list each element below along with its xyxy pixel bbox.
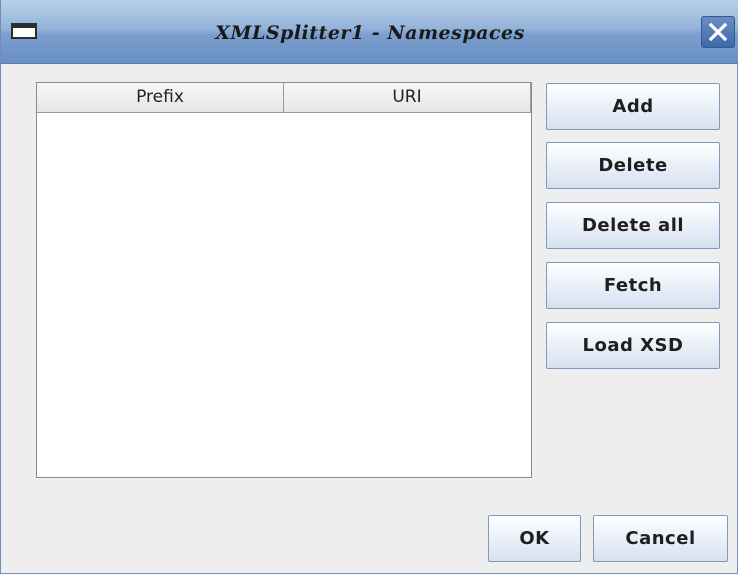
fetch-button[interactable]: Fetch (546, 262, 720, 309)
title-bar[interactable]: XMLSplitter1 - Namespaces (1, 0, 738, 64)
delete-button[interactable]: Delete (546, 142, 720, 189)
ok-button[interactable]: OK (488, 515, 581, 562)
load-xsd-button[interactable]: Load XSD (546, 322, 720, 369)
add-button[interactable]: Add (546, 83, 720, 130)
window-title: XMLSplitter1 - Namespaces (215, 22, 525, 44)
table-header: Prefix URI (37, 83, 531, 113)
column-header-uri[interactable]: URI (284, 83, 531, 112)
cancel-button[interactable]: Cancel (593, 515, 728, 562)
namespaces-dialog: XMLSplitter1 - Namespaces Prefix URI Add… (0, 0, 738, 574)
close-icon (708, 22, 728, 42)
close-button[interactable] (701, 16, 735, 48)
delete-all-button[interactable]: Delete all (546, 202, 720, 249)
column-header-prefix[interactable]: Prefix (37, 83, 284, 112)
namespaces-table[interactable]: Prefix URI (36, 82, 532, 478)
